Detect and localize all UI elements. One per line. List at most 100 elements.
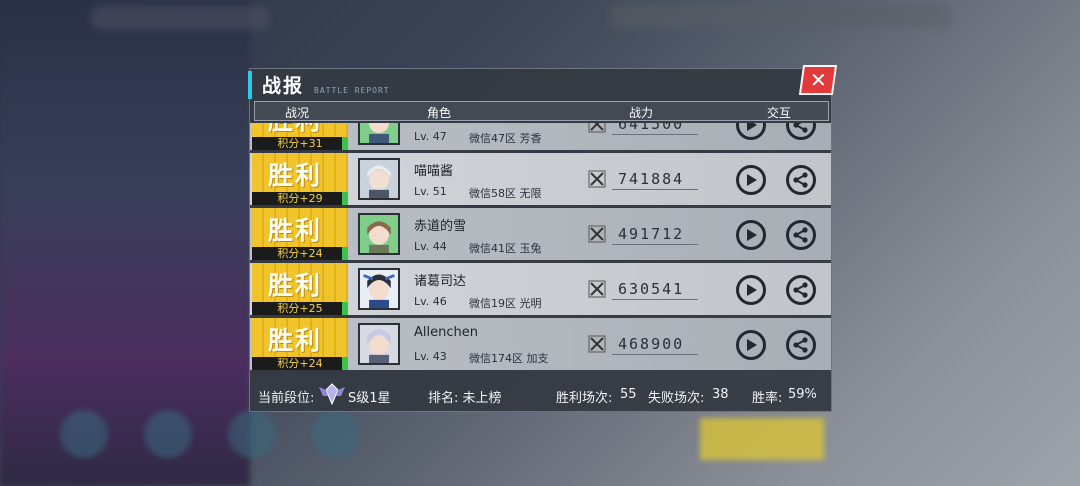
losses-label: 失败场次: <box>648 391 705 406</box>
background-yellow-button <box>700 418 824 460</box>
winrate-value: 59% <box>788 387 817 402</box>
battle-report-panel: 战报 BATTLE REPORT ✕ 战况 角色 战力 交互 胜利 积分+31 … <box>248 65 838 412</box>
close-button[interactable]: ✕ <box>798 65 838 95</box>
player-server: 微信19区 光明 <box>469 297 542 310</box>
power-value: 491712 <box>618 225 685 243</box>
replay-button[interactable] <box>736 330 766 360</box>
power-value: 641500 <box>618 123 685 133</box>
power-underline <box>612 134 698 135</box>
crossed-swords-icon <box>588 123 606 133</box>
power-value: 468900 <box>618 335 685 353</box>
result-text: 胜利 <box>268 123 322 137</box>
avatar[interactable] <box>358 323 400 365</box>
player-name: Allenchen <box>414 325 478 340</box>
play-icon <box>747 174 757 186</box>
result-badge: 胜利 积分+29 <box>252 153 348 205</box>
rank-value: S级1星 <box>348 391 391 406</box>
player-name: 诸葛司达 <box>414 274 467 289</box>
result-text: 胜利 <box>268 326 323 355</box>
share-button[interactable] <box>786 123 816 140</box>
avatar[interactable] <box>358 123 400 145</box>
losses-value: 38 <box>712 387 729 402</box>
stats-footer: 当前段位: S级1星 排名: 未上榜 胜利场次: 55 失败场次: 38 胜率:… <box>250 377 831 411</box>
share-icon <box>793 337 808 353</box>
close-icon: ✕ <box>809 68 827 92</box>
battle-row: 胜利 积分+24 Allenchen Lv. 43 微信174区 加支 4689… <box>250 318 831 370</box>
player-level: Lv. 47 <box>414 130 447 143</box>
wins-label: 胜利场次: <box>556 391 613 406</box>
play-icon <box>747 229 757 241</box>
share-button[interactable] <box>786 330 816 360</box>
result-badge: 胜利 积分+24 <box>252 318 348 370</box>
power-box: 741884 <box>584 167 704 191</box>
result-text: 胜利 <box>268 216 323 245</box>
battle-row: 胜利 积分+31 Lv. 47 微信47区 芳香 641500 <box>250 123 831 150</box>
result-badge: 胜利 积分+25 <box>252 263 348 315</box>
wins-value: 55 <box>620 387 637 402</box>
battle-list[interactable]: 胜利 积分+31 Lv. 47 微信47区 芳香 641500 <box>250 123 831 374</box>
panel-subtitle: BATTLE REPORT <box>314 86 390 95</box>
battle-row: 胜利 积分+24 赤道的雪 Lv. 44 微信41区 玉兔 491712 <box>250 208 831 260</box>
result-text: 胜利 <box>268 161 323 190</box>
player-level: Lv. 51 <box>414 185 447 198</box>
crossed-swords-icon <box>588 335 606 353</box>
player-name: 赤道的雪 <box>414 219 467 234</box>
ranking-status: 排名: 未上榜 <box>428 391 502 406</box>
score-tag: 积分+24 <box>252 247 348 260</box>
share-button[interactable] <box>786 275 816 305</box>
power-box: 630541 <box>584 277 704 301</box>
background-bottom-icons <box>60 410 360 458</box>
replay-button[interactable] <box>736 275 766 305</box>
power-underline <box>612 299 698 300</box>
header-status: 战况 <box>285 106 310 120</box>
share-icon <box>793 172 808 188</box>
play-icon <box>747 339 757 351</box>
background-top-resource-bar <box>610 4 950 28</box>
score-tag: 积分+25 <box>252 302 348 315</box>
power-value: 630541 <box>618 280 685 298</box>
crossed-swords-icon <box>588 170 606 188</box>
avatar[interactable] <box>358 268 400 310</box>
share-icon <box>793 227 808 243</box>
result-badge: 胜利 积分+31 <box>252 123 348 150</box>
battle-row: 胜利 积分+25 诸葛司达 Lv. 46 微信19区 光明 630541 <box>250 263 831 315</box>
title-accent-bar <box>248 71 252 99</box>
power-value: 741884 <box>618 170 685 188</box>
replay-button[interactable] <box>736 165 766 195</box>
player-name: 喵喵酱 <box>414 164 454 179</box>
share-button[interactable] <box>786 220 816 250</box>
score-tag: 积分+31 <box>252 137 348 150</box>
power-box: 468900 <box>584 332 704 356</box>
player-level: Lv. 44 <box>414 240 447 253</box>
power-box: 641500 <box>584 123 704 136</box>
crossed-swords-icon <box>588 280 606 298</box>
power-underline <box>612 244 698 245</box>
replay-button[interactable] <box>736 220 766 250</box>
background-top-left-bar <box>90 6 270 30</box>
share-button[interactable] <box>786 165 816 195</box>
avatar[interactable] <box>358 213 400 255</box>
play-icon <box>747 284 757 296</box>
player-server: 微信174区 加支 <box>469 352 549 365</box>
battle-row: 胜利 积分+29 喵喵酱 Lv. 51 微信58区 无限 741884 <box>250 153 831 205</box>
result-text: 胜利 <box>268 271 323 300</box>
share-icon <box>793 282 808 298</box>
header-character: 角色 <box>427 106 452 120</box>
winrate-label: 胜率: <box>752 391 783 406</box>
score-tag: 积分+24 <box>252 357 348 370</box>
replay-button[interactable] <box>736 123 766 140</box>
share-icon <box>793 123 808 133</box>
panel-title: 战报 <box>262 75 305 97</box>
crossed-swords-icon <box>588 225 606 243</box>
avatar[interactable] <box>358 158 400 200</box>
power-underline <box>612 189 698 190</box>
rank-wings-icon <box>319 383 345 406</box>
play-icon <box>747 123 757 131</box>
header-interact: 交互 <box>767 106 792 120</box>
header-power: 战力 <box>629 106 654 120</box>
player-server: 微信41区 玉兔 <box>469 242 542 255</box>
table-header: 战况 角色 战力 交互 <box>254 101 829 121</box>
rank-label: 当前段位: <box>258 391 315 406</box>
player-server: 微信47区 芳香 <box>469 132 542 145</box>
power-underline <box>612 354 698 355</box>
